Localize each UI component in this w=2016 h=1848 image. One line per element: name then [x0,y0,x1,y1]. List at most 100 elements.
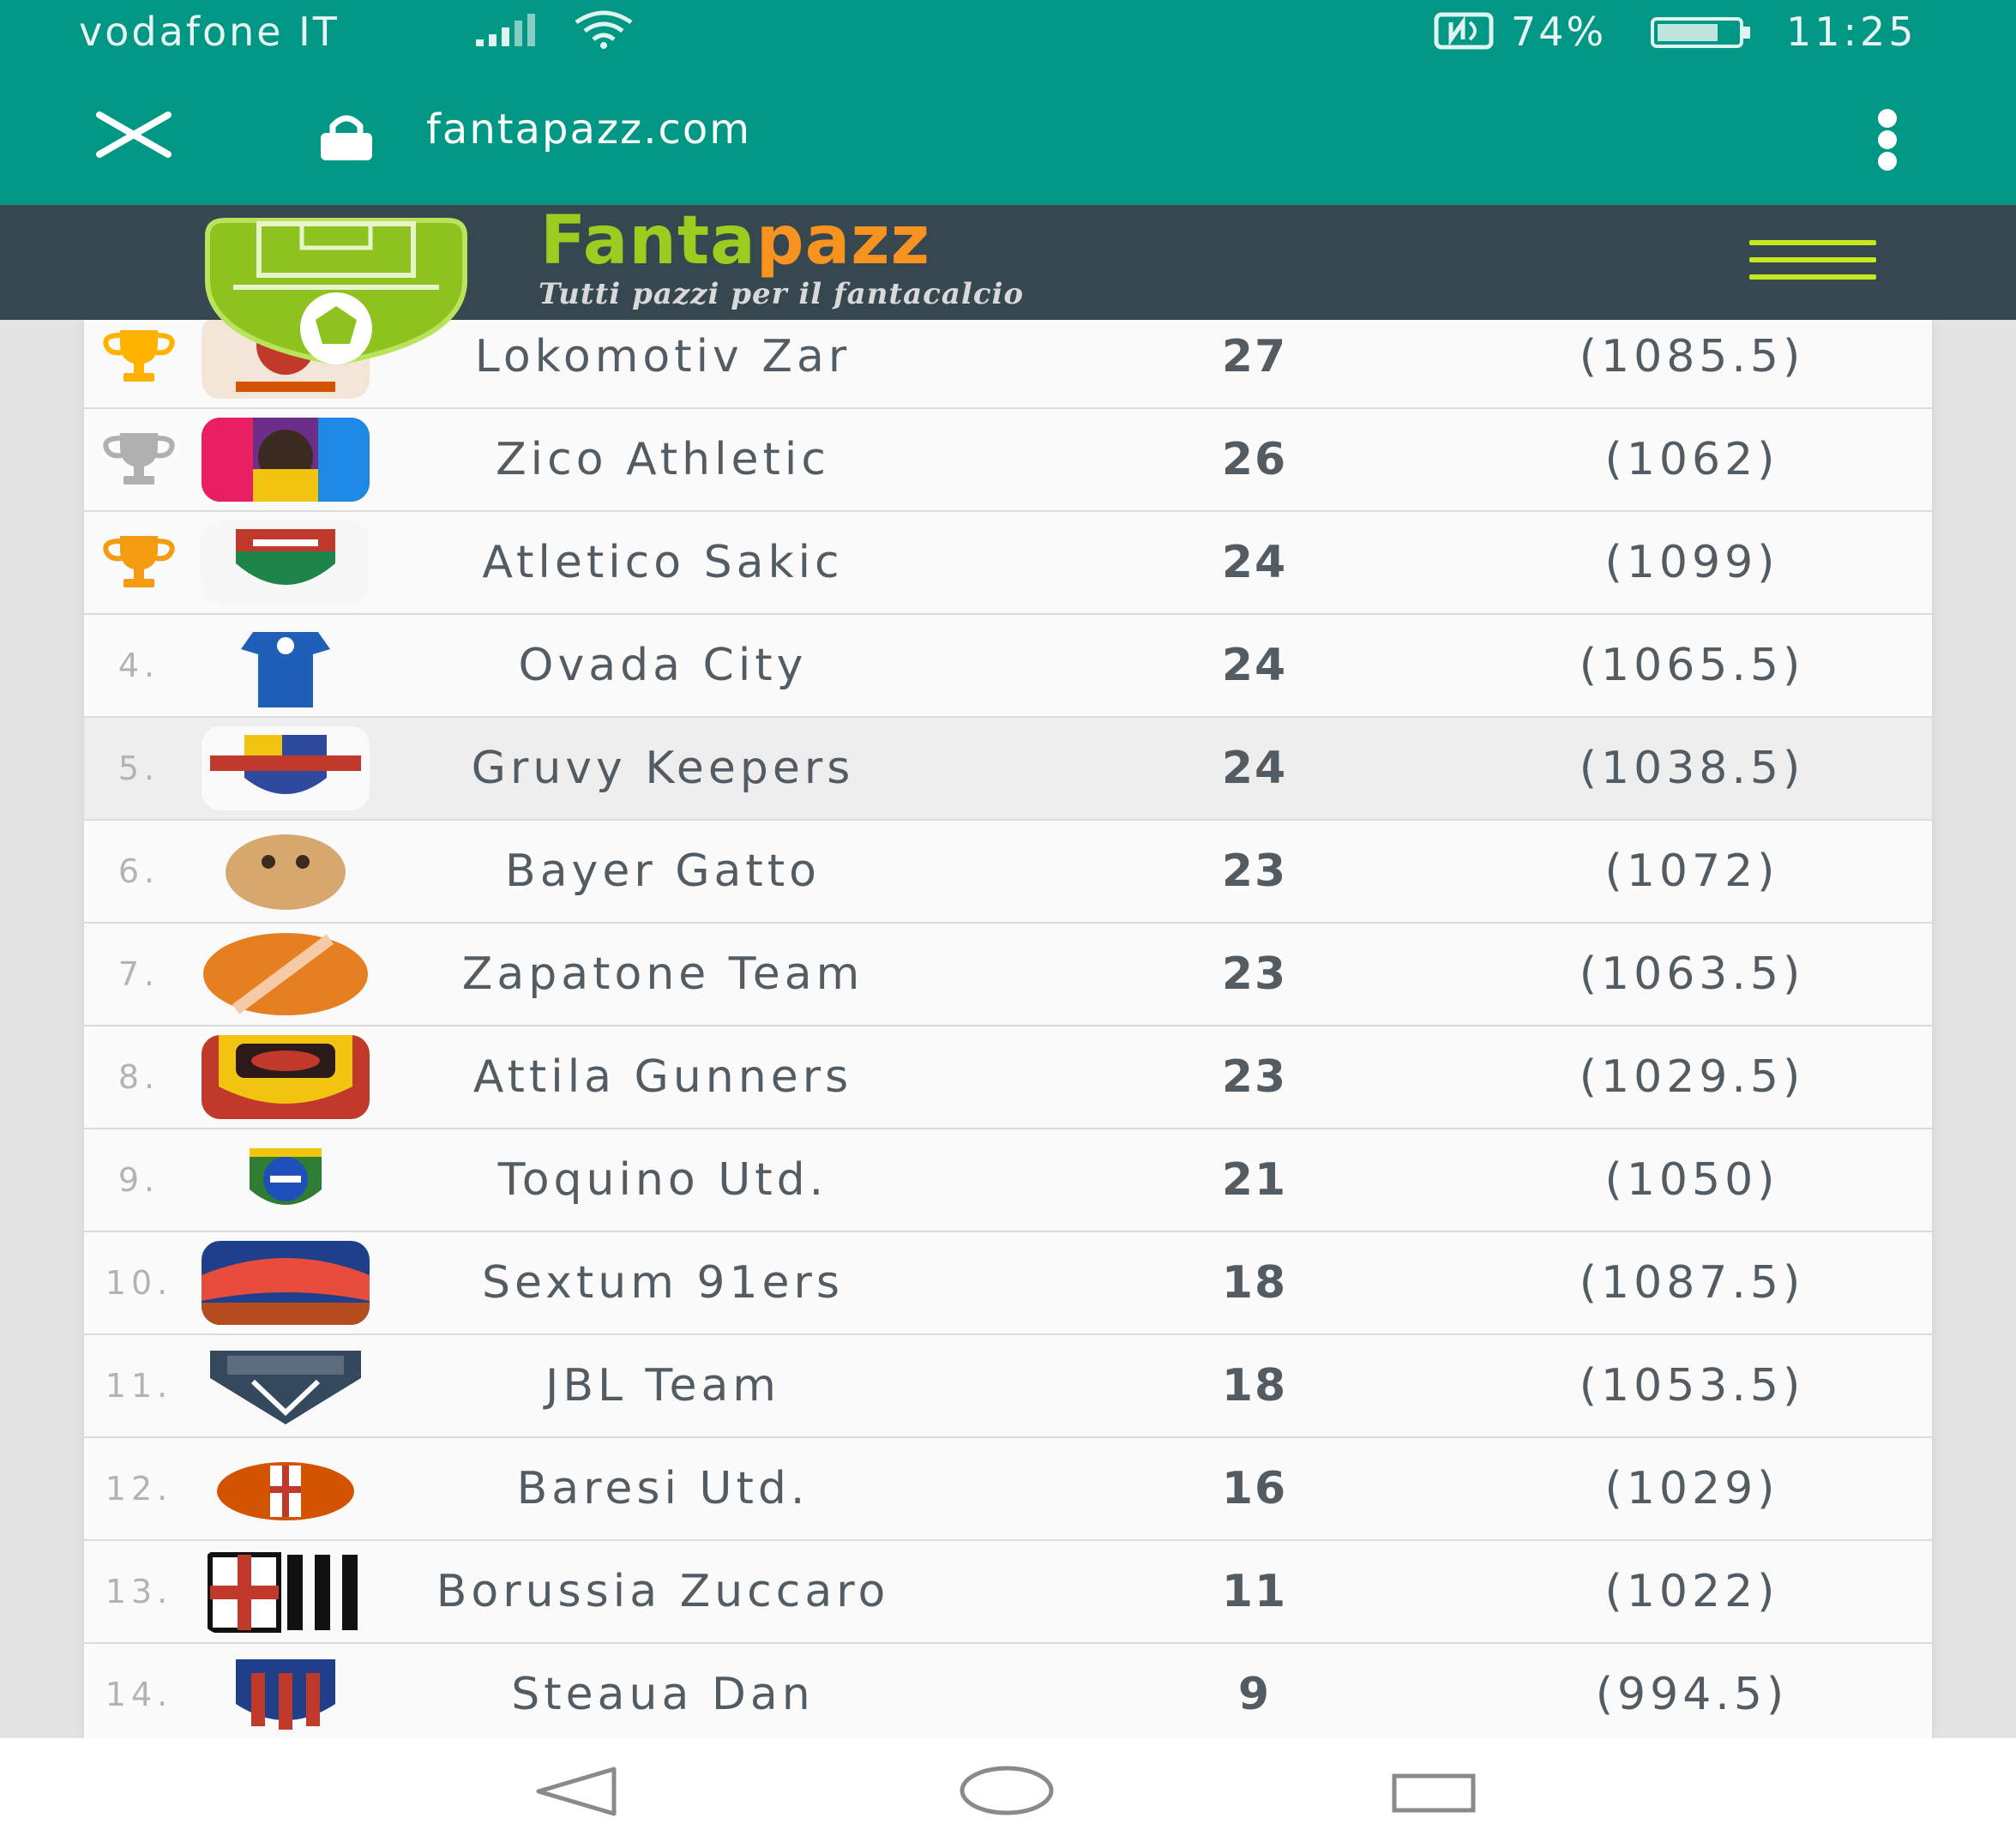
standings-row[interactable]: 9. Toquino Utd. 21 (1050) [84,1129,1932,1232]
rank-number: 14. [105,1676,173,1713]
standings-row[interactable]: 14. Steaua Dan 9 (994.5) [84,1644,1932,1738]
team-name: Zico Athletic [496,434,830,485]
team-crest-icon [202,1652,370,1737]
hamburger-menu-icon[interactable] [1749,240,1876,280]
team-name: Borussia Zuccaro [436,1566,890,1617]
standings-row[interactable]: 11. JBL Team 18 (1053.5) [84,1335,1932,1438]
lock-icon [321,115,372,160]
standings-row[interactable]: 5. Gruvy Keepers 24 (1038.5) [84,718,1932,821]
team-total-score: (1029.5) [1579,1051,1805,1103]
team-crest-icon [202,1550,370,1634]
team-total-score: (1029) [1604,1463,1779,1514]
standings-row[interactable]: 10. Sextum 91ers 18 (1087.5) [84,1232,1932,1335]
team-total-score: (1062) [1604,434,1779,485]
back-icon[interactable] [532,1764,621,1819]
team-name: Sextum 91ers [481,1257,845,1309]
team-name: Zapatone Team [461,948,864,1000]
team-points: 26 [1221,434,1288,485]
system-navigation-bar [0,1738,2016,1848]
standings-row[interactable]: 13. Borussia Zuccaro 11 (1022) [84,1541,1932,1644]
url-text[interactable]: fantapazz.com [426,105,751,153]
rank-number: 5. [117,749,160,787]
nfc-icon [1434,12,1494,50]
team-name: Attila Gunners [472,1051,853,1103]
team-crest-icon [202,1241,370,1325]
standings-row[interactable]: 6. Bayer Gatto 23 (1072) [84,821,1932,924]
team-total-score: (1099) [1604,537,1779,588]
team-points: 16 [1221,1463,1288,1514]
battery-icon [1651,17,1750,48]
rank-number: 12. [105,1470,173,1508]
team-crest-icon [202,623,370,707]
rank-number: 13. [105,1573,173,1610]
brand-tagline: Tutti pazzi per il fantacalcio [539,277,1025,311]
rank-number: 4. [117,647,160,684]
standings-row[interactable]: 8. Attila Gunners 23 (1029.5) [84,1026,1932,1129]
recent-apps-icon[interactable] [1391,1773,1477,1814]
team-points: 18 [1221,1257,1288,1309]
home-icon[interactable] [959,1764,1055,1817]
carrier-name: vodafone IT [79,9,340,55]
team-total-score: (1085.5) [1579,331,1805,382]
team-total-score: (994.5) [1595,1669,1789,1720]
overflow-menu-icon[interactable] [1875,109,1900,171]
team-crest-icon [202,1138,370,1222]
team-name: Toquino Utd. [497,1154,828,1206]
team-total-score: (1072) [1604,846,1779,897]
team-crest-icon [202,829,370,913]
clock: 11:25 [1786,9,1917,55]
team-total-score: (1053.5) [1579,1360,1805,1412]
gold-trophy-icon [103,330,175,382]
standings-row[interactable]: 7. Zapatone Team 23 (1063.5) [84,924,1932,1026]
team-crest-icon [202,1447,370,1531]
fantapazz-logo-icon[interactable] [199,212,473,364]
brand-title[interactable]: Fantapazz [540,208,930,274]
standings-row[interactable]: Atletico Sakic 24 (1099) [84,512,1932,615]
standings-row[interactable]: 12. Baresi Utd. 16 (1029) [84,1438,1932,1541]
team-points: 23 [1221,846,1288,897]
team-total-score: (1087.5) [1579,1257,1805,1309]
team-total-score: (1063.5) [1579,948,1805,1000]
rank-number: 6. [117,852,160,890]
team-points: 21 [1221,1154,1288,1206]
standings-row[interactable]: Zico Athletic 26 (1062) [84,409,1932,512]
team-points: 23 [1221,1051,1288,1103]
team-crest-icon [202,932,370,1016]
status-bar: vodafone IT 74% 11:25 [0,0,2016,64]
team-points: 24 [1221,640,1288,691]
standings-table: Lokomotiv Zar 27 (1085.5) Zico Athletic 26 (1… [84,320,1932,1738]
rank-number: 10. [105,1264,173,1302]
battery-percentage: 74% [1511,9,1607,55]
team-name: Steaua Dan [511,1669,815,1720]
team-name: Baresi Utd. [516,1463,809,1514]
team-name: Bayer Gatto [505,846,821,897]
rank-number: 8. [117,1058,160,1096]
team-total-score: (1038.5) [1579,743,1805,794]
team-name: Ovada City [518,640,808,691]
url-bar: fantapazz.com [0,64,2016,205]
close-icon[interactable] [93,111,175,158]
team-name: JBL Team [545,1360,780,1412]
team-points: 24 [1221,537,1288,588]
signal-icon [476,12,545,46]
team-total-score: (1022) [1604,1566,1779,1617]
team-crest-icon [202,1035,370,1119]
standings-row[interactable]: 4. Ovada City 24 (1065.5) [84,615,1932,718]
wifi-icon [575,10,633,49]
team-points: 24 [1221,743,1288,794]
rank-number: 7. [117,955,160,993]
team-points: 18 [1221,1360,1288,1412]
bronze-trophy-icon [103,536,175,587]
team-points: 9 [1237,1669,1272,1720]
team-points: 11 [1221,1566,1288,1617]
browser-top-bar: vodafone IT 74% 11:25 fantapazz.com [0,0,2016,205]
team-crest-icon [202,521,370,605]
team-points: 27 [1221,331,1288,382]
team-crest-icon [202,418,370,502]
team-name: Gruvy Keepers [471,743,855,794]
team-crest-icon [202,1344,370,1428]
silver-trophy-icon [103,433,175,485]
team-total-score: (1050) [1604,1154,1779,1206]
rank-number: 11. [105,1367,173,1405]
team-points: 23 [1221,948,1288,1000]
